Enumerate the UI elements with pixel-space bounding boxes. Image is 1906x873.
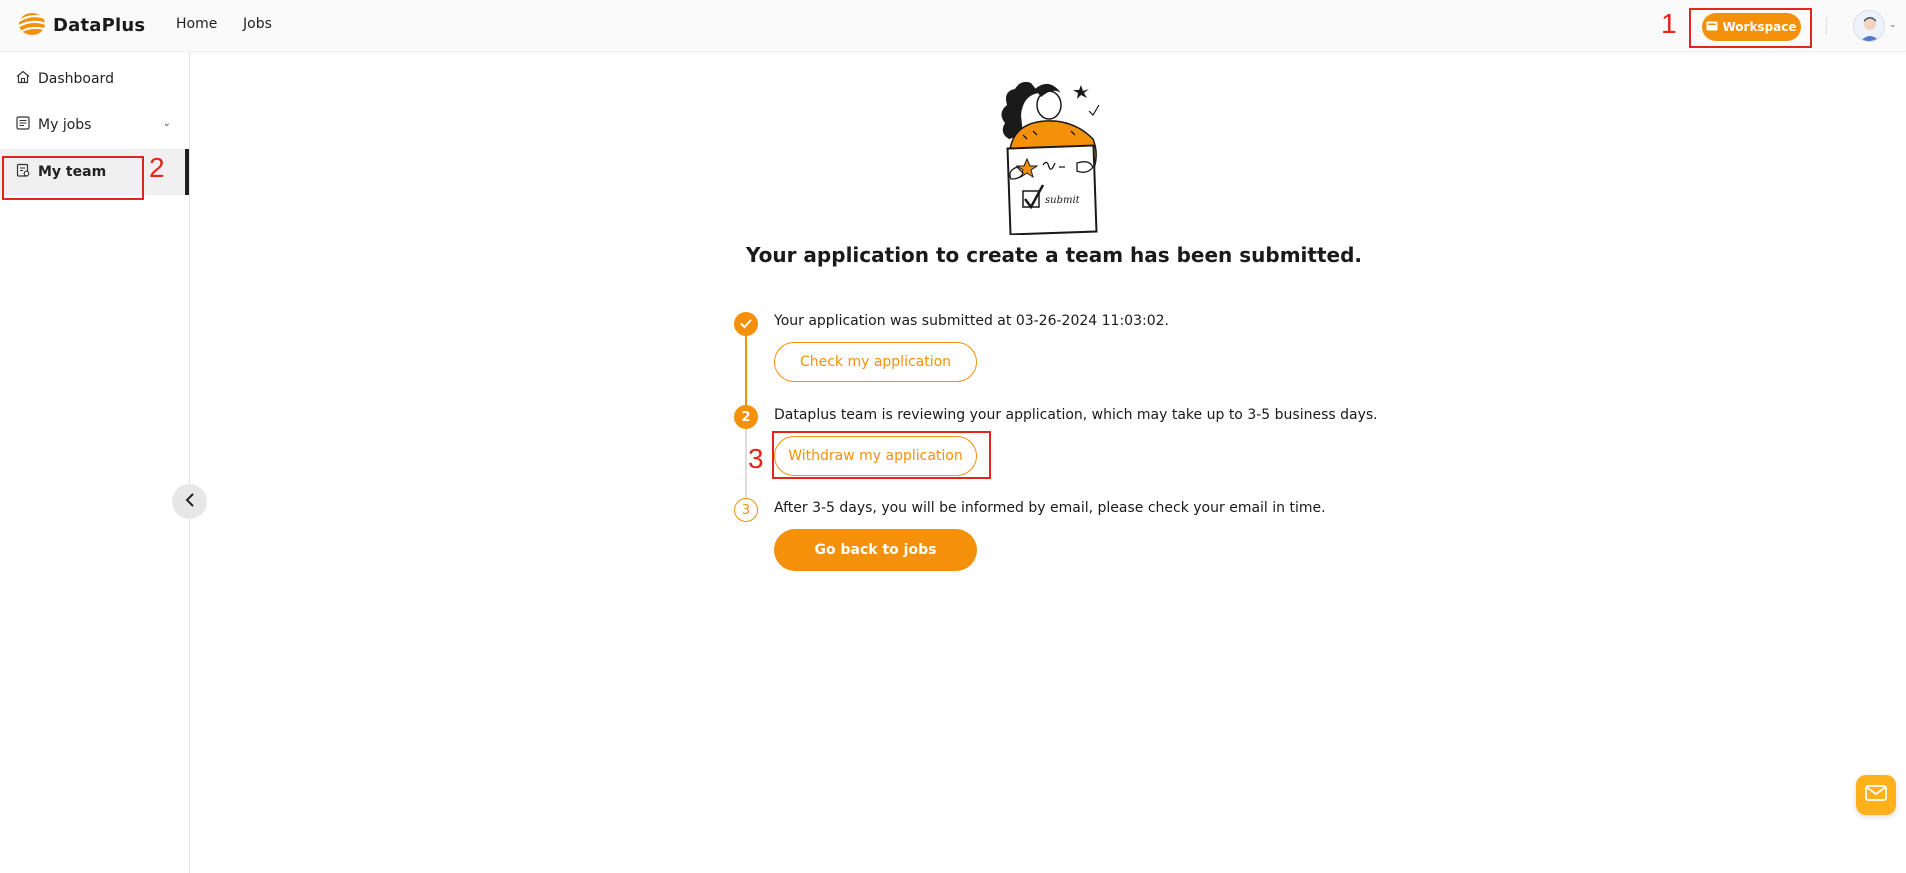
annotation-number-2: 2: [149, 152, 165, 183]
annotation-box-2: [2, 156, 144, 200]
annotation-number-3: 3: [748, 443, 764, 474]
avatar[interactable]: [1853, 10, 1885, 42]
chevron-down-icon[interactable]: ⌄: [163, 118, 171, 129]
mail-button[interactable]: [1856, 775, 1896, 815]
page-title: Your application to create a team has be…: [745, 243, 1362, 267]
check-application-button[interactable]: Check my application: [774, 342, 977, 382]
step-3-text: After 3-5 days, you will be informed by …: [774, 500, 1326, 516]
sidebar-item-dashboard[interactable]: Dashboard: [0, 56, 189, 102]
step-1-check-icon: [734, 312, 758, 336]
step-2-text: Dataplus team is reviewing your applicat…: [774, 407, 1378, 423]
nav-home[interactable]: Home: [176, 16, 217, 32]
annotation-box-3: [772, 431, 991, 479]
step-1-text: Your application was submitted at 03-26-…: [774, 313, 1169, 329]
step-connector: [745, 335, 747, 407]
annotation-number-1: 1: [1661, 8, 1677, 39]
annotation-box-1: [1689, 8, 1812, 48]
chevron-left-icon: [184, 492, 196, 511]
logo-text: DataPlus: [53, 14, 146, 36]
step-3-marker: 3: [734, 498, 758, 522]
home-icon: [16, 70, 30, 88]
header-divider: [1826, 17, 1827, 35]
sidebar-item-my-jobs[interactable]: My jobs ⌄: [0, 102, 189, 148]
svg-text:submit: submit: [1045, 195, 1081, 206]
go-back-to-jobs-button[interactable]: Go back to jobs: [774, 529, 977, 571]
mail-icon: [1865, 785, 1887, 805]
logo-icon: [15, 9, 49, 41]
jobs-icon: [16, 116, 30, 134]
sidebar-item-label: My jobs: [38, 117, 92, 133]
top-header: DataPlus Home Jobs Workspace ⌄: [0, 0, 1906, 52]
sidebar-item-label: Dashboard: [38, 71, 114, 87]
sidebar-collapse-button[interactable]: [172, 484, 207, 519]
logo[interactable]: DataPlus: [15, 11, 145, 39]
submit-illustration: submit: [993, 75, 1113, 236]
nav-jobs[interactable]: Jobs: [243, 16, 272, 32]
chevron-down-icon[interactable]: ⌄: [1889, 20, 1897, 30]
step-2-marker: 2: [734, 405, 758, 429]
